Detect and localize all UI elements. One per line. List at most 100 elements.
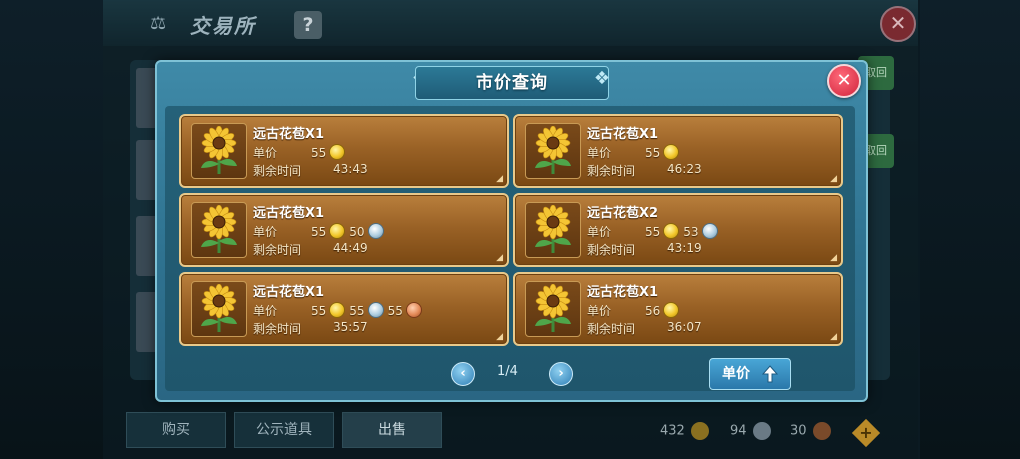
item-name: 远古花苞X2 xyxy=(587,206,659,221)
time-left-label: 剩余时间 xyxy=(253,322,302,336)
ancient-bud-flower-icon xyxy=(535,126,571,174)
gold-coin-icon xyxy=(329,223,346,239)
listing-card[interactable]: 远古花苞X1 单价 55 剩余时间 46:23 ◢ xyxy=(513,114,843,188)
background-left-panel xyxy=(0,0,105,459)
item-icon-frame xyxy=(191,281,247,337)
item-icon-frame xyxy=(525,202,581,258)
silver-balance-value: 94 xyxy=(730,423,747,439)
time-left-label: 剩余时间 xyxy=(587,243,636,257)
item-name: 远古花苞X1 xyxy=(587,285,659,300)
ancient-bud-flower-icon xyxy=(201,284,237,332)
gold-balance: 432 xyxy=(660,422,709,440)
listing-card[interactable]: 远古花苞X2 单价 55 53 剩余时间 43:19 ◢ xyxy=(513,193,843,267)
time-left: 43:19 xyxy=(667,241,702,255)
prev-page-button[interactable]: ‹ xyxy=(451,362,475,386)
unit-price-label: 单价 xyxy=(253,225,278,239)
silver-coin-icon xyxy=(752,422,771,440)
scale-icon: ⚖ xyxy=(150,13,167,34)
listing-card[interactable]: 远古花苞X1 单价 56 剩余时间 36:07 ◢ xyxy=(513,272,843,346)
gold-price: 55 xyxy=(311,225,327,239)
time-left: 44:49 xyxy=(333,241,368,255)
item-icon-frame xyxy=(191,123,247,179)
time-left: 35:57 xyxy=(333,320,368,334)
silver-coin-icon xyxy=(701,223,718,239)
item-icon-frame xyxy=(191,202,247,258)
page-indicator: 1/4 xyxy=(497,364,518,379)
listing-card[interactable]: 远古花苞X1 单价 55 50 剩余时间 44:49 ◢ xyxy=(179,193,509,267)
next-page-button[interactable]: › xyxy=(549,362,573,386)
time-left-label: 剩余时间 xyxy=(253,243,302,257)
corner-mark-icon: ◢ xyxy=(496,174,503,184)
item-name: 远古花苞X1 xyxy=(253,285,325,300)
help-button[interactable]: ? xyxy=(294,11,322,39)
unit-price-label: 单价 xyxy=(587,225,612,239)
corner-mark-icon: ◢ xyxy=(830,174,837,184)
time-left-label: 剩余时间 xyxy=(587,164,636,178)
gold-coin-icon xyxy=(663,223,680,239)
item-icon-frame xyxy=(525,281,581,337)
gold-price: 55 xyxy=(645,146,661,160)
listing-card[interactable]: 远古花苞X1 单价 55 剩余时间 43:43 ◢ xyxy=(179,114,509,188)
item-name: 远古花苞X1 xyxy=(587,127,659,142)
gold-price: 55 xyxy=(645,225,661,239)
unit-price: 55 50 xyxy=(311,223,388,239)
silver-coin-icon xyxy=(367,223,384,239)
sort-by-unit-price-button[interactable]: 单价 xyxy=(709,358,791,390)
time-left: 46:23 xyxy=(667,162,702,176)
gold-coin-icon xyxy=(690,422,709,440)
background-right-panel xyxy=(920,0,1020,459)
time-left-label: 剩余时间 xyxy=(253,164,302,178)
corner-mark-icon: ◢ xyxy=(830,332,837,342)
bronze-balance-value: 30 xyxy=(790,423,807,439)
trading-house-title: 交易所 xyxy=(190,14,256,38)
sort-arrow-icon xyxy=(762,365,778,383)
item-name: 远古花苞X1 xyxy=(253,206,325,221)
item-name: 远古花苞X1 xyxy=(253,127,325,142)
unit-price-label: 单价 xyxy=(253,304,278,318)
gold-price: 55 xyxy=(311,146,327,160)
gold-coin-icon xyxy=(663,302,680,318)
gold-coin-icon xyxy=(329,302,346,318)
bronze-price: 55 xyxy=(387,304,403,318)
gold-price: 56 xyxy=(645,304,661,318)
unit-price-label: 单价 xyxy=(587,304,612,318)
dialog-title: 市价查询 xyxy=(476,73,548,93)
plus-icon: + xyxy=(859,423,873,442)
unit-price: 55 53 xyxy=(645,223,722,239)
bronze-coin-icon xyxy=(812,422,831,440)
unit-price: 55 xyxy=(311,144,349,160)
tab-public-items[interactable]: 公示道具 xyxy=(234,412,334,448)
unit-price: 56 xyxy=(645,302,683,318)
silver-price: 50 xyxy=(349,225,365,239)
gold-coin-icon xyxy=(663,144,680,160)
unit-price: 55 xyxy=(645,144,683,160)
sort-button-label: 单价 xyxy=(722,366,750,382)
gold-price: 55 xyxy=(311,304,327,318)
unit-price-label: 单价 xyxy=(253,146,278,160)
title-ornament-right-icon: ❖ xyxy=(593,68,611,89)
market-price-dialog: ❖ 市价查询 ❖ ✕ 远古花苞X1单价55剩余时间43:43◢远古花苞X1单价5… xyxy=(155,60,868,402)
listing-card[interactable]: 远古花苞X1 单价 55 55 55 剩余时间 35:57 ◢ xyxy=(179,272,509,346)
gold-coin-icon xyxy=(329,144,346,160)
corner-mark-icon: ◢ xyxy=(496,253,503,263)
tab-sell[interactable]: 出售 xyxy=(342,412,442,448)
ancient-bud-flower-icon xyxy=(535,205,571,253)
ancient-bud-flower-icon xyxy=(201,205,237,253)
add-currency-button[interactable]: + xyxy=(851,418,881,448)
ancient-bud-flower-icon xyxy=(201,126,237,174)
silver-coin-icon xyxy=(367,302,384,318)
bronze-balance: 30 xyxy=(790,422,831,440)
dialog-close-button[interactable]: ✕ xyxy=(827,64,861,98)
time-left: 43:43 xyxy=(333,162,368,176)
silver-price: 53 xyxy=(683,225,699,239)
corner-mark-icon: ◢ xyxy=(830,253,837,263)
silver-balance: 94 xyxy=(730,422,771,440)
bronze-coin-icon xyxy=(405,302,422,318)
ancient-bud-flower-icon xyxy=(535,284,571,332)
tab-buy[interactable]: 购买 xyxy=(126,412,226,448)
trading-house-close-button[interactable]: ✕ xyxy=(880,6,916,42)
time-left: 36:07 xyxy=(667,320,702,334)
gold-balance-value: 432 xyxy=(660,423,685,439)
unit-price: 55 55 55 xyxy=(311,302,426,318)
silver-price: 55 xyxy=(349,304,365,318)
